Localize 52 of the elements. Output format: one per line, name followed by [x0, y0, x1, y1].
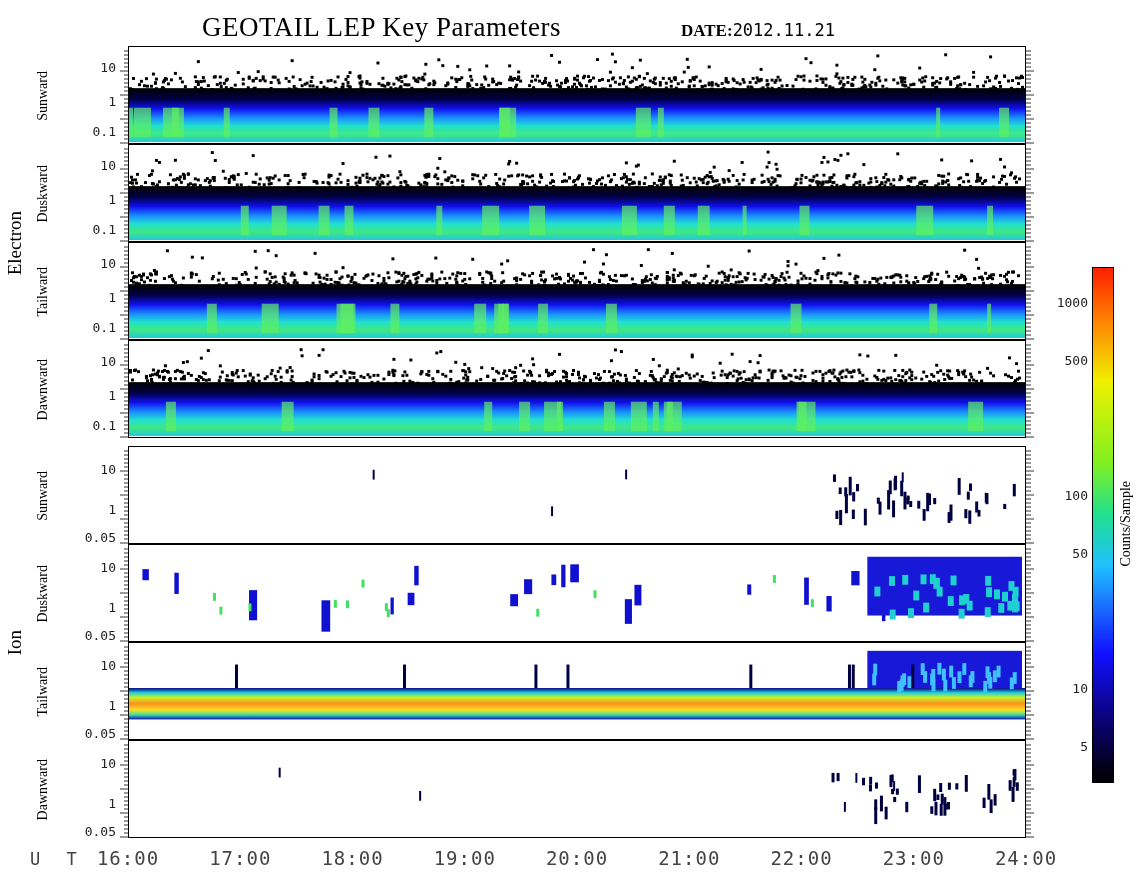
panel-label: Sunward [35, 471, 51, 521]
colorbar-tick-label: 1000 [1056, 294, 1088, 310]
colorbar-tick-label: 50 [1072, 545, 1088, 561]
axis-tick-label: 1 [108, 795, 116, 811]
axis-tick-label: 24:00 [994, 847, 1058, 869]
colorbar-tick-label: 5 [1080, 738, 1088, 754]
axis-tick-label: 1 [108, 599, 116, 615]
axis-tick-label: 16:00 [96, 847, 160, 869]
axis-tick-label: 10 [100, 353, 116, 369]
axis-tick-label: 21:00 [658, 847, 721, 869]
axis-tick-label: 0.05 [84, 529, 116, 545]
axis-tick-label: 10 [100, 255, 116, 271]
colorbar-tick-label: 100 [1064, 487, 1088, 503]
axis-tick-label: 0.05 [84, 823, 116, 839]
group-label: Electron [4, 210, 26, 276]
date-label: DATE:2012.11.21 [681, 20, 835, 42]
axis-tick-label: 1 [108, 191, 116, 207]
colorbar-title: Counts/Sample [1118, 481, 1134, 567]
axis-tick-label: 22:00 [770, 847, 833, 869]
axis-tick-label: 20:00 [545, 847, 609, 869]
axis-tick-label: 1 [108, 501, 116, 517]
axis-tick-label: 0.1 [92, 417, 116, 433]
axis-tick-label: 1 [108, 289, 116, 305]
axis-tick-label: 18:00 [321, 847, 384, 869]
axis-tick-label: 10 [100, 755, 116, 771]
axis-tick-label: 1 [108, 93, 116, 109]
axis-tick-label: 1 [108, 697, 116, 713]
panel-label: Duskward [35, 565, 51, 623]
axis-tick-label: 19:00 [433, 847, 496, 869]
axis-tick-label: 1 [108, 387, 116, 403]
panel-label: Sunward [35, 71, 51, 121]
axis-tick-label: 0.1 [92, 221, 116, 237]
panel-label: Dawnward [35, 359, 51, 421]
axis-tick-label: 10 [100, 157, 116, 173]
colorbar-tick-label: 10 [1072, 680, 1088, 696]
axis-tick-label: 0.1 [92, 123, 116, 139]
chart-title: GEOTAIL LEP Key Parameters [202, 12, 561, 43]
panel-label: Tailward [35, 667, 51, 717]
axis-tick-label: 0.05 [84, 627, 116, 643]
panel-label: Duskward [35, 165, 51, 223]
colorbar-tick-label: 500 [1064, 352, 1088, 368]
axis-tick-label: 10 [100, 559, 116, 575]
axis-tick-label: 0.05 [84, 725, 116, 741]
axis-tick-label: 10 [100, 657, 116, 673]
axis-tick-label: 10 [100, 59, 116, 75]
axis-tick-label: 10 [100, 461, 116, 477]
group-label: Ion [4, 630, 26, 656]
panel-label: Tailward [35, 267, 51, 317]
axis-tick-label: 23:00 [882, 847, 945, 869]
axis-tick-label: 0.1 [92, 319, 116, 335]
panel-label: Dawnward [35, 759, 51, 821]
axis-tick-label: 17:00 [209, 847, 272, 869]
